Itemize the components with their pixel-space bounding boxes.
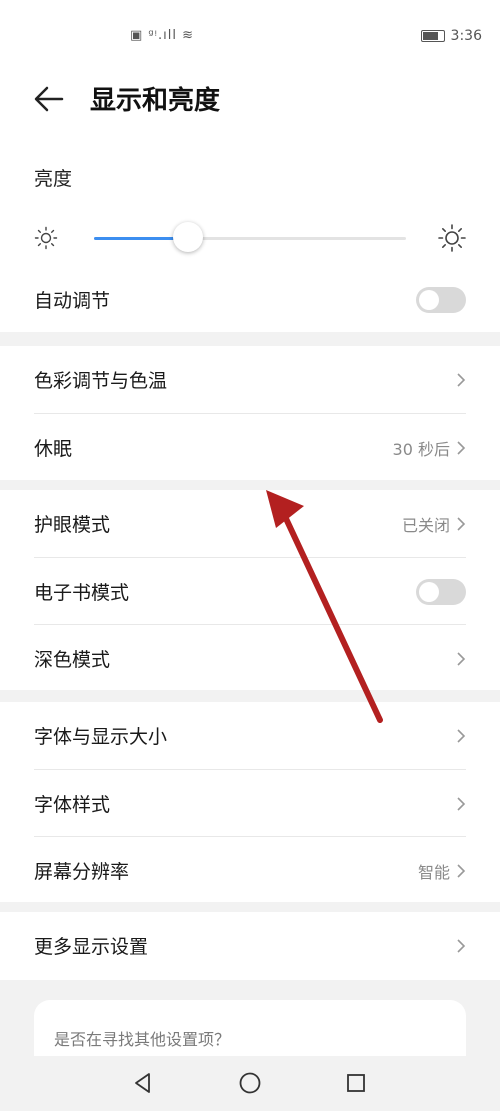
row-label: 护眼模式 [34, 514, 111, 536]
auto-brightness-row[interactable]: 自动调节 [34, 266, 466, 333]
sun-large-icon [438, 224, 466, 252]
auto-brightness-toggle[interactable] [416, 286, 466, 313]
row-label: 色彩调节与色温 [34, 370, 168, 392]
ebook-mode-toggle[interactable] [416, 578, 466, 605]
sun-small-icon [34, 226, 58, 250]
auto-brightness-label: 自动调节 [34, 290, 111, 312]
status-bar: ▣ ᵍᵎ.ıll ≋ 3:36 [0, 0, 500, 60]
row-label: 屏幕分辨率 [34, 861, 130, 883]
eye-comfort-row[interactable]: 护眼模式 已关闭 [34, 490, 466, 557]
row-label: 深色模式 [34, 649, 111, 671]
status-icons: ▣ ᵍᵎ.ıll ≋ [130, 28, 194, 43]
home-circle-icon[interactable] [237, 1070, 263, 1096]
chevron-right-icon [457, 372, 466, 387]
back-triangle-icon[interactable] [130, 1070, 156, 1096]
eye-comfort-value: 已关闭 [401, 515, 450, 535]
sleep-row[interactable]: 休眠 30 秒后 [34, 413, 466, 481]
chevron-right-icon [457, 516, 466, 531]
status-right: 3:36 [420, 28, 482, 44]
status-time: 3:36 [450, 28, 482, 44]
row-right: 智能 [418, 859, 466, 883]
row-label: 更多显示设置 [34, 936, 149, 958]
sleep-value: 30 秒后 [392, 439, 450, 459]
more-display-settings-row[interactable]: 更多显示设置 [34, 912, 466, 979]
row-label: 字体样式 [34, 794, 111, 816]
brightness-card: 亮度 自动调节 [0, 140, 500, 332]
font-size-row[interactable]: 字体与显示大小 [34, 702, 466, 769]
slider-track[interactable] [94, 222, 406, 252]
chevron-right-icon [457, 938, 466, 953]
chevron-right-icon [457, 796, 466, 811]
search-suggestion-text: 是否在寻找其他设置项？ [54, 1030, 231, 1049]
chevron-right-icon [457, 728, 466, 743]
dark-mode-row[interactable]: 深色模式 [34, 624, 466, 692]
recents-square-icon[interactable] [343, 1070, 369, 1096]
font-style-row[interactable]: 字体样式 [34, 769, 466, 837]
row-right [456, 796, 466, 812]
chevron-right-icon [457, 863, 466, 878]
row-right [456, 372, 466, 388]
section-more-display: 更多显示设置 [0, 912, 500, 980]
section-fonts-resolution: 字体与显示大小 字体样式 屏幕分辨率 智能 [0, 702, 500, 902]
row-label: 字体与显示大小 [34, 726, 168, 748]
screen-resolution-row[interactable]: 屏幕分辨率 智能 [34, 836, 466, 904]
app-header: 显示和亮度 [0, 60, 500, 140]
section-eye-modes: 护眼模式 已关闭 电子书模式 深色模式 [0, 490, 500, 690]
row-right [456, 728, 466, 744]
back-arrow-icon[interactable] [32, 82, 66, 116]
chevron-right-icon [457, 651, 466, 666]
ebook-mode-row[interactable]: 电子书模式 [34, 557, 466, 625]
row-right [456, 938, 466, 954]
brightness-slider[interactable] [34, 218, 466, 258]
chevron-right-icon [457, 440, 466, 455]
battery-icon [420, 30, 445, 42]
resolution-value: 智能 [417, 862, 450, 882]
brightness-label: 亮度 [34, 168, 73, 190]
page-title: 显示和亮度 [90, 86, 221, 116]
slider-thumb[interactable] [172, 222, 203, 252]
navigation-bar [0, 1056, 500, 1111]
row-label: 休眠 [34, 438, 73, 460]
row-right: 已关闭 [402, 512, 466, 536]
color-temperature-row[interactable]: 色彩调节与色温 [34, 346, 466, 413]
row-right: 30 秒后 [393, 436, 466, 460]
row-label: 电子书模式 [34, 582, 130, 604]
section-color-sleep: 色彩调节与色温 休眠 30 秒后 [0, 346, 500, 480]
row-right [456, 651, 466, 667]
